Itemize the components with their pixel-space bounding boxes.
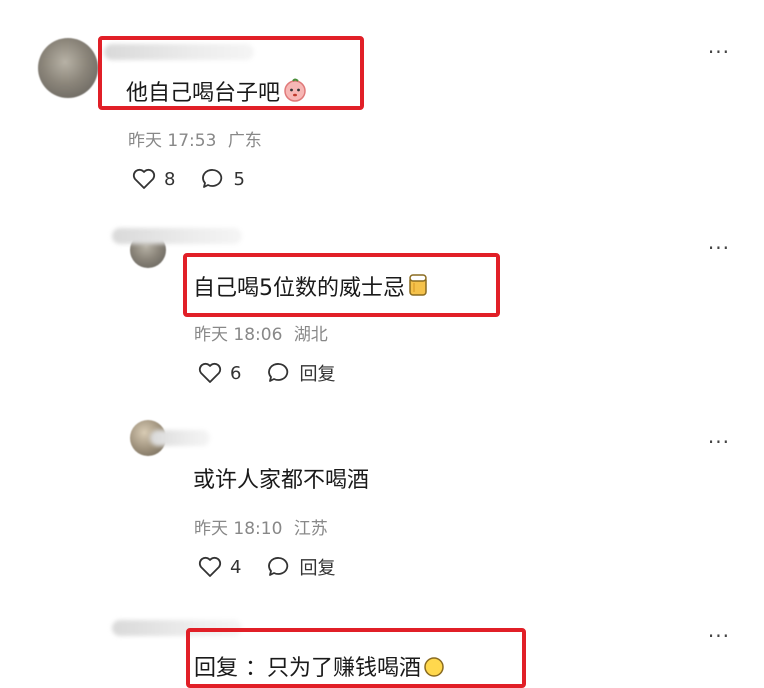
peach-face-icon [282,77,308,109]
comment-meta: 昨天 17:53 广东 [128,126,262,151]
comment-actions: 6 回复 [198,360,361,386]
reply-button[interactable]: 回复 [267,360,335,386]
more-options-icon[interactable]: ... [708,426,730,446]
smile-face-icon [423,656,445,684]
more-options-icon[interactable]: ... [708,232,730,252]
beer-mug-icon [407,272,431,304]
comment-text-content: 他自己喝台子吧 [126,81,281,106]
comment-actions: 8 5 [132,168,271,190]
comment-meta: 昨天 18:10 江苏 [194,514,328,539]
like-count: 4 [230,556,242,578]
comment-bubble-icon [268,557,289,576]
comment-time: 昨天 18:06 [194,325,283,345]
more-options-icon[interactable]: ... [708,620,730,640]
comment-text: 或许人家都不喝酒 [193,462,369,494]
reply-button[interactable]: 回复 [267,554,335,580]
heart-icon [198,362,222,383]
comment-text-content: 回复 ：只为了赚钱喝酒 [194,656,421,681]
like-button[interactable]: 8 [132,168,175,190]
heart-icon [132,168,156,189]
more-options-icon[interactable]: ... [708,36,730,56]
reply-count: 5 [233,168,245,190]
comment-text: 自己喝5位数的威士忌 [193,270,431,304]
comment-meta: 昨天 18:06 湖北 [194,320,328,345]
comment-location: 湖北 [293,325,328,345]
like-button[interactable]: 6 [198,362,241,384]
heart-icon [198,556,222,577]
avatar[interactable] [38,38,98,98]
reply-label: 回复 [299,364,336,385]
comment-text: 他自己喝台子吧 [126,75,308,109]
comment-bubble-icon [202,169,223,188]
comment-time: 昨天 17:53 [128,131,217,151]
like-count: 8 [164,168,176,190]
like-button[interactable]: 4 [198,556,241,578]
comment-text-content: 自己喝5位数的威士忌 [193,276,405,301]
comment-location: 江苏 [293,519,328,539]
reply-button[interactable]: 5 [201,168,245,190]
comment-actions: 4 回复 [198,554,361,580]
comment-location: 广东 [227,131,262,151]
comment-text: 回复 ：只为了赚钱喝酒 [194,650,445,684]
username-blurred[interactable] [112,228,242,244]
username-blurred[interactable] [150,430,210,446]
reply-label: 回复 [299,558,336,579]
comment-bubble-icon [268,363,289,382]
comment-time: 昨天 18:10 [194,519,283,539]
like-count: 6 [230,362,242,384]
comment-text-content: 或许人家都不喝酒 [193,468,370,493]
